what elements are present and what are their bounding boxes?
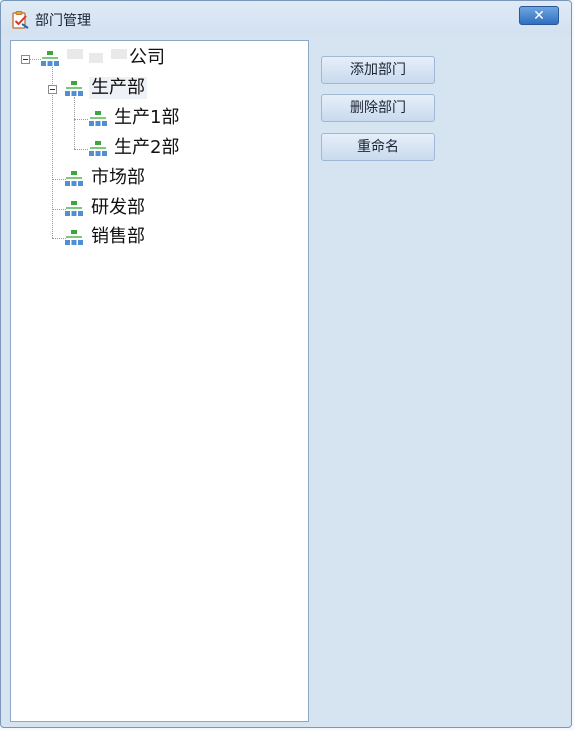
tree-node-label: 生产1部 bbox=[114, 107, 180, 128]
delete-department-button[interactable]: 删除部门 bbox=[321, 94, 435, 122]
tree-connector bbox=[29, 59, 41, 60]
redacted-text bbox=[111, 49, 127, 59]
tree-node-label: 生产2部 bbox=[114, 137, 180, 158]
tree-connector bbox=[74, 119, 88, 120]
org-chart-icon bbox=[65, 81, 83, 96]
department-management-dialog: 部门管理 ✕ 公司 生产部 生产1部 生产2部 市场部 研发部 销售部 添加部门… bbox=[0, 0, 572, 728]
org-chart-icon bbox=[89, 111, 107, 126]
tree-node-label: 市场部 bbox=[91, 167, 145, 188]
dialog-title: 部门管理 bbox=[35, 13, 91, 29]
collapse-icon[interactable] bbox=[48, 85, 57, 94]
add-department-button[interactable]: 添加部门 bbox=[321, 56, 435, 84]
rename-button[interactable]: 重命名 bbox=[321, 133, 435, 161]
tree-node-label: 销售部 bbox=[91, 226, 145, 247]
redacted-text bbox=[89, 53, 103, 63]
tree-connector bbox=[74, 97, 75, 149]
tree-node-label: 生产部 bbox=[89, 77, 147, 99]
clipboard-check-icon bbox=[12, 11, 29, 29]
tree-connector bbox=[52, 238, 66, 239]
collapse-icon[interactable] bbox=[21, 55, 30, 64]
department-tree[interactable]: 公司 生产部 生产1部 生产2部 市场部 研发部 销售部 bbox=[10, 40, 309, 722]
org-chart-icon bbox=[89, 141, 107, 156]
close-button[interactable]: ✕ bbox=[519, 6, 559, 25]
tree-connector bbox=[52, 179, 66, 180]
tree-node-label: 公司 bbox=[129, 47, 165, 68]
dialog-titlebar: 部门管理 ✕ bbox=[1, 1, 571, 35]
org-chart-icon bbox=[65, 230, 83, 245]
redacted-text bbox=[67, 49, 83, 59]
org-chart-icon bbox=[41, 51, 59, 66]
tree-connector bbox=[74, 149, 88, 150]
tree-node-label: 研发部 bbox=[91, 197, 145, 218]
org-chart-icon bbox=[65, 201, 83, 216]
tree-connector bbox=[52, 209, 66, 210]
org-chart-icon bbox=[65, 171, 83, 186]
close-icon: ✕ bbox=[533, 8, 545, 24]
